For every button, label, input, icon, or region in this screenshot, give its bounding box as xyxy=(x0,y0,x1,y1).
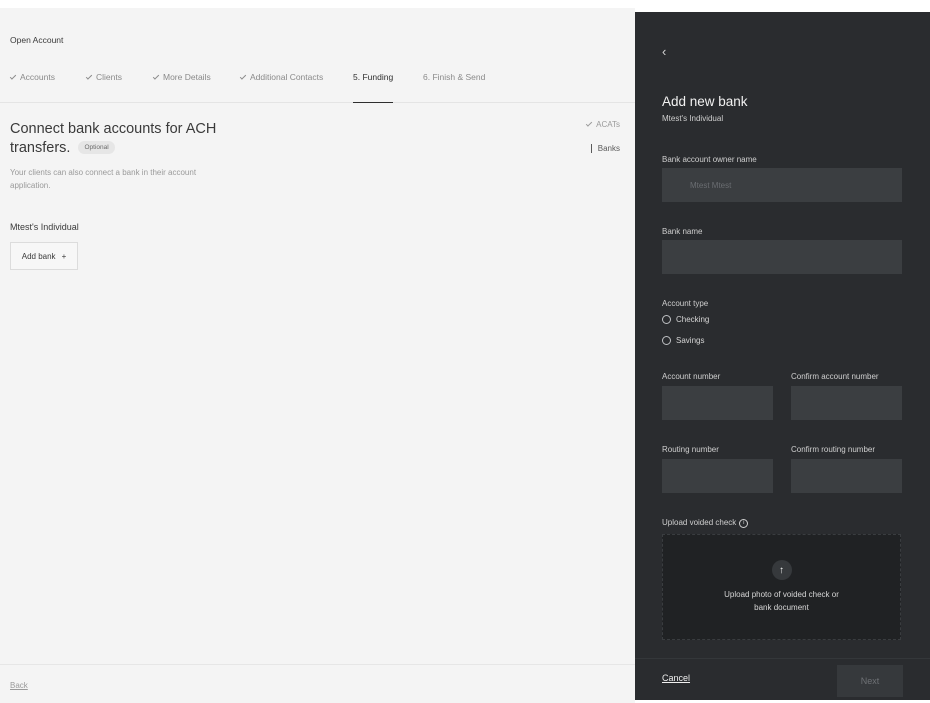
check-icon xyxy=(585,120,593,127)
confirm-account-number-input[interactable] xyxy=(791,386,902,420)
confirm-routing-number-label: Confirm routing number xyxy=(791,445,876,454)
tab-more-details[interactable]: More Details xyxy=(152,72,211,103)
cancel-button[interactable]: Cancel xyxy=(662,673,690,683)
account-number-label: Account number xyxy=(662,372,721,381)
radio-circle[interactable] xyxy=(662,315,671,324)
section-nav-acats[interactable]: ACATs xyxy=(585,120,620,129)
owner-name-input[interactable] xyxy=(662,168,902,202)
owner-name-label: Bank account owner name xyxy=(662,155,757,164)
check-icon xyxy=(152,73,160,80)
tab-accounts[interactable]: Accounts xyxy=(9,72,55,103)
plus-icon: + xyxy=(61,251,67,261)
bank-name-label: Bank name xyxy=(662,227,703,236)
tab-clients[interactable]: Clients xyxy=(85,72,122,103)
section-description: Your clients can also connect a bank in … xyxy=(10,168,197,190)
tab-finish-send[interactable]: 6. Finish & Send xyxy=(423,72,485,103)
radio-checking[interactable]: Checking xyxy=(662,315,709,324)
step-tabs: Accounts Clients More Details Additional… xyxy=(0,70,635,103)
tab-additional-contacts[interactable]: Additional Contacts xyxy=(239,72,323,103)
upload-instructions: Upload photo of voided check or bank doc… xyxy=(724,590,839,612)
radio-savings[interactable]: Savings xyxy=(662,336,704,345)
section-heading: Connect bank accounts for ACH transfers.… xyxy=(10,121,217,156)
account-name: Mtest's Individual xyxy=(10,222,79,232)
check-icon xyxy=(9,73,17,80)
upload-label: Upload voided check i xyxy=(662,518,749,528)
upload-arrow-icon: ↑ xyxy=(771,560,792,580)
radio-circle[interactable] xyxy=(662,336,671,345)
check-icon xyxy=(85,73,93,80)
tab-funding[interactable]: 5. Funding xyxy=(353,72,394,103)
next-button[interactable]: Next xyxy=(837,665,903,697)
back-link[interactable]: Back xyxy=(10,681,28,690)
routing-number-label: Routing number xyxy=(662,445,719,454)
info-icon[interactable]: i xyxy=(739,519,749,528)
chevron-left-icon[interactable]: ‹ xyxy=(662,44,666,59)
main-page: Open Account Accounts Clients More Detai… xyxy=(0,8,635,703)
routing-number-input[interactable] xyxy=(662,459,773,493)
add-bank-drawer: ‹ Add new bank Mtest's Individual Bank a… xyxy=(635,12,930,700)
bank-name-input[interactable] xyxy=(662,240,902,274)
confirm-account-number-label: Confirm account number xyxy=(791,372,879,381)
page-footer: Back xyxy=(0,664,635,703)
account-number-input[interactable] xyxy=(662,386,773,420)
account-type-label: Account type xyxy=(662,299,709,308)
page-title: Open Account xyxy=(10,35,64,45)
upload-dropzone[interactable]: ↑ Upload photo of voided check or bank d… xyxy=(662,534,901,640)
drawer-footer: Cancel Next xyxy=(635,658,930,700)
section-nav-banks[interactable]: Banks xyxy=(590,144,620,153)
drawer-title: Add new bank xyxy=(662,94,748,109)
add-bank-button[interactable]: Add bank + xyxy=(10,242,78,270)
optional-badge: Optional xyxy=(78,141,115,154)
confirm-routing-number-input[interactable] xyxy=(791,459,902,493)
check-icon xyxy=(239,73,247,80)
drawer-subtitle: Mtest's Individual xyxy=(662,114,724,123)
